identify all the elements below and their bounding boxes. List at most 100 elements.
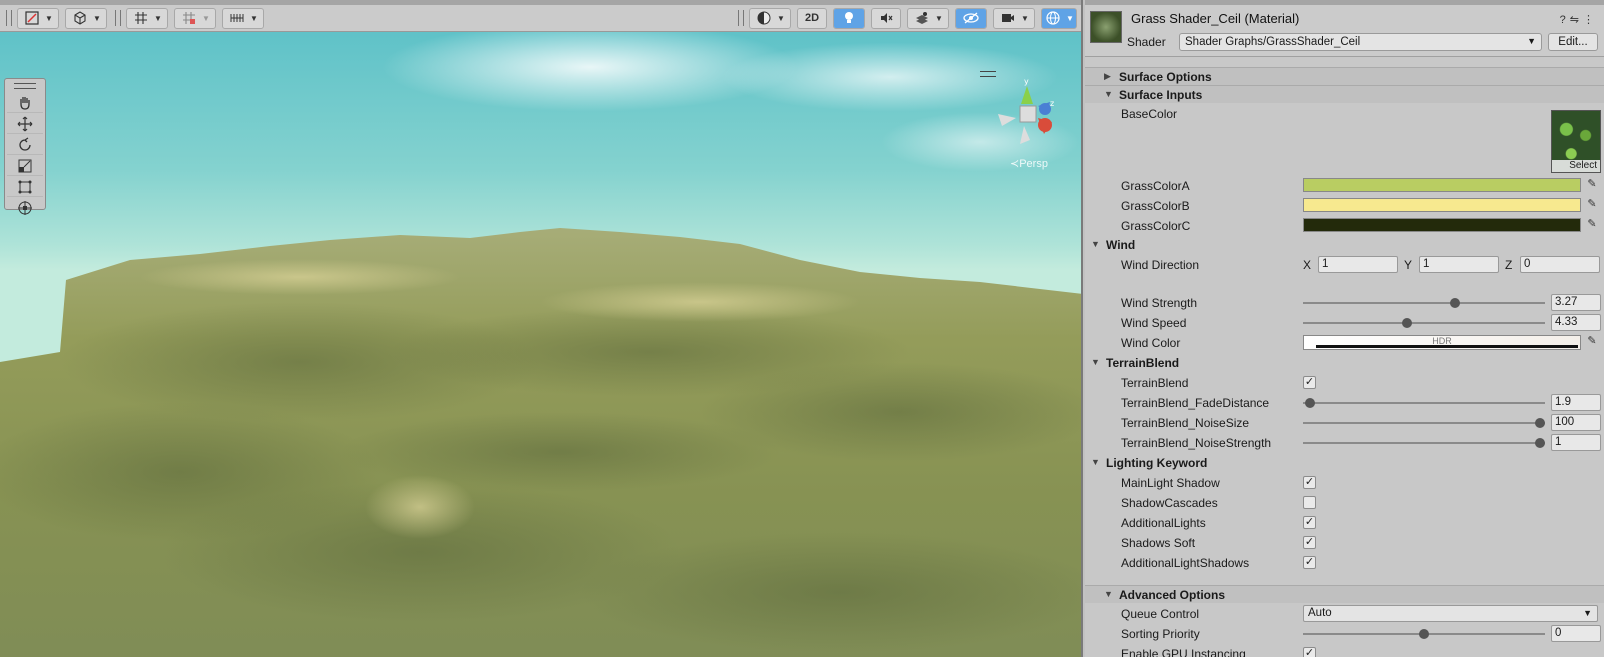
color-swatch[interactable]	[1303, 178, 1581, 192]
keyword-label: AdditionalLightShadows	[1121, 556, 1250, 570]
wind-direction-z-input[interactable]: 0	[1520, 256, 1600, 273]
slider-track[interactable]	[1303, 402, 1545, 404]
ruler-icon[interactable]	[226, 9, 248, 28]
sphere-shading-icon[interactable]	[753, 9, 775, 28]
toolbar-grip[interactable]	[115, 10, 121, 26]
audio-mute-icon[interactable]	[875, 9, 897, 28]
chevron-down-icon[interactable]: ▼	[152, 9, 164, 28]
keyword-checkbox[interactable]: ✓	[1303, 556, 1316, 569]
mode-2d-group[interactable]: 2D	[797, 7, 827, 29]
light-group[interactable]	[833, 7, 865, 29]
sorting-priority-input[interactable]: 0	[1551, 625, 1601, 642]
preset-icon[interactable]: ⇋	[1570, 14, 1583, 26]
slider-track[interactable]	[1303, 422, 1545, 424]
chevron-down-icon[interactable]: ▼	[1019, 9, 1031, 28]
move-icon[interactable]	[7, 114, 43, 134]
slider-track[interactable]	[1303, 442, 1545, 444]
wind-strength-input[interactable]: 3.27	[1551, 294, 1601, 311]
chevron-down-icon[interactable]: ▼	[248, 9, 260, 28]
section-lighting-keyword[interactable]: ▼ Lighting Keyword	[1085, 453, 1604, 473]
chevron-down-icon[interactable]: ▼	[200, 9, 212, 28]
gpu-instancing-checkbox[interactable]: ✓	[1303, 647, 1316, 657]
shading-group[interactable]: ▼	[749, 7, 791, 29]
texture-select-button[interactable]: Select	[1552, 160, 1600, 172]
help-icon[interactable]: ?	[1560, 14, 1570, 26]
chevron-down-icon[interactable]: ▼	[775, 9, 787, 28]
scale-icon[interactable]	[7, 156, 43, 176]
rotate-icon[interactable]	[7, 135, 43, 155]
persp-label[interactable]: ≺Persp	[1010, 157, 1048, 170]
grid-group[interactable]: ▼	[126, 7, 168, 29]
keyword-checkbox[interactable]: ✓	[1303, 476, 1316, 489]
hidden-eye-icon[interactable]	[956, 8, 986, 28]
slider-track[interactable]	[1303, 322, 1545, 324]
scene-viewport[interactable]: y z ≺Persp	[0, 32, 1081, 657]
slider-knob[interactable]	[1450, 298, 1461, 308]
edit-button[interactable]: Edit...	[1548, 33, 1598, 51]
section-wind[interactable]: ▼ Wind	[1085, 235, 1604, 255]
slider-knob[interactable]	[1535, 438, 1546, 448]
orientation-gizmo[interactable]: y z	[990, 78, 1070, 158]
effects-icon[interactable]	[911, 9, 933, 28]
color-swatch[interactable]	[1303, 218, 1581, 232]
snap-group[interactable]: ▼	[174, 7, 216, 29]
noise-size-input[interactable]: 100	[1551, 414, 1601, 431]
chevron-down-icon[interactable]: ▼	[933, 9, 945, 28]
wind-speed-input[interactable]: 4.33	[1551, 314, 1601, 331]
texture-slot[interactable]: Select	[1551, 110, 1601, 173]
keyword-row: Shadows Soft ✓	[1085, 533, 1604, 553]
ruler-group[interactable]: ▼	[222, 7, 264, 29]
chevron-down-icon[interactable]: ▼	[1064, 9, 1076, 28]
more-icon[interactable]: ⋮	[1583, 14, 1598, 26]
camera-icon[interactable]	[997, 9, 1019, 28]
section-surface-options[interactable]: ▶ Surface Options	[1085, 67, 1604, 85]
hdr-color-field[interactable]: HDR	[1303, 335, 1581, 350]
keyword-checkbox[interactable]	[1303, 496, 1316, 509]
eyedropper-icon[interactable]: ✎	[1584, 177, 1600, 193]
chevron-down-icon[interactable]: ▼	[43, 9, 55, 28]
color-swatch[interactable]	[1303, 198, 1581, 212]
snap-icon[interactable]	[178, 9, 200, 28]
visibility-group[interactable]	[955, 7, 987, 29]
grid-icon[interactable]	[130, 9, 152, 28]
terrain-blend-checkbox[interactable]: ✓	[1303, 376, 1316, 389]
section-surface-inputs[interactable]: ▼ Surface Inputs	[1085, 85, 1604, 103]
noise-strength-input[interactable]: 1	[1551, 434, 1601, 451]
keyword-checkbox[interactable]: ✓	[1303, 536, 1316, 549]
queue-control-dropdown[interactable]: Auto ▼	[1303, 605, 1598, 622]
light-bulb-icon[interactable]	[834, 8, 864, 28]
audio-group[interactable]	[871, 7, 901, 29]
toolbar-grip[interactable]	[738, 10, 744, 26]
eyedropper-icon[interactable]: ✎	[1584, 197, 1600, 213]
effects-group[interactable]: ▼	[907, 7, 949, 29]
camera-group[interactable]: ▼	[993, 7, 1035, 29]
palette-grip[interactable]	[14, 83, 36, 89]
toolbar-grip[interactable]	[6, 10, 12, 26]
eyedropper-icon[interactable]: ✎	[1584, 217, 1600, 233]
gizmo-draw-icon[interactable]	[21, 9, 43, 28]
hand-icon[interactable]	[7, 93, 43, 113]
gizmo-globe-icon[interactable]	[1042, 9, 1064, 28]
wind-direction-y-input[interactable]: 1	[1419, 256, 1499, 273]
gizmos-group[interactable]: ▼	[1041, 7, 1077, 29]
eyedropper-icon[interactable]: ✎	[1584, 334, 1600, 350]
fade-distance-input[interactable]: 1.9	[1551, 394, 1601, 411]
gizmo-menu-icon[interactable]	[980, 71, 996, 77]
mode-2d-button[interactable]: 2D	[801, 9, 823, 28]
section-advanced-options[interactable]: ▼ Advanced Options	[1085, 585, 1604, 603]
slider-knob[interactable]	[1419, 629, 1429, 639]
slider-track[interactable]	[1303, 302, 1545, 304]
slider-knob[interactable]	[1402, 318, 1413, 328]
rect-icon[interactable]	[7, 177, 43, 197]
camera-cube-icon[interactable]	[69, 9, 91, 28]
chevron-down-icon[interactable]: ▼	[91, 9, 103, 28]
camera-cube-group[interactable]: ▼	[65, 7, 107, 29]
slider-knob[interactable]	[1535, 418, 1546, 428]
section-terrain-blend[interactable]: ▼ TerrainBlend	[1085, 353, 1604, 373]
gizmo-draw-group[interactable]: ▼	[17, 7, 59, 29]
keyword-checkbox[interactable]: ✓	[1303, 516, 1316, 529]
slider-knob[interactable]	[1305, 398, 1316, 408]
shader-dropdown[interactable]: Shader Graphs/GrassShader_Ceil ▼	[1179, 33, 1542, 51]
wind-direction-x-input[interactable]: 1	[1318, 256, 1398, 273]
transform-icon[interactable]	[7, 198, 43, 218]
